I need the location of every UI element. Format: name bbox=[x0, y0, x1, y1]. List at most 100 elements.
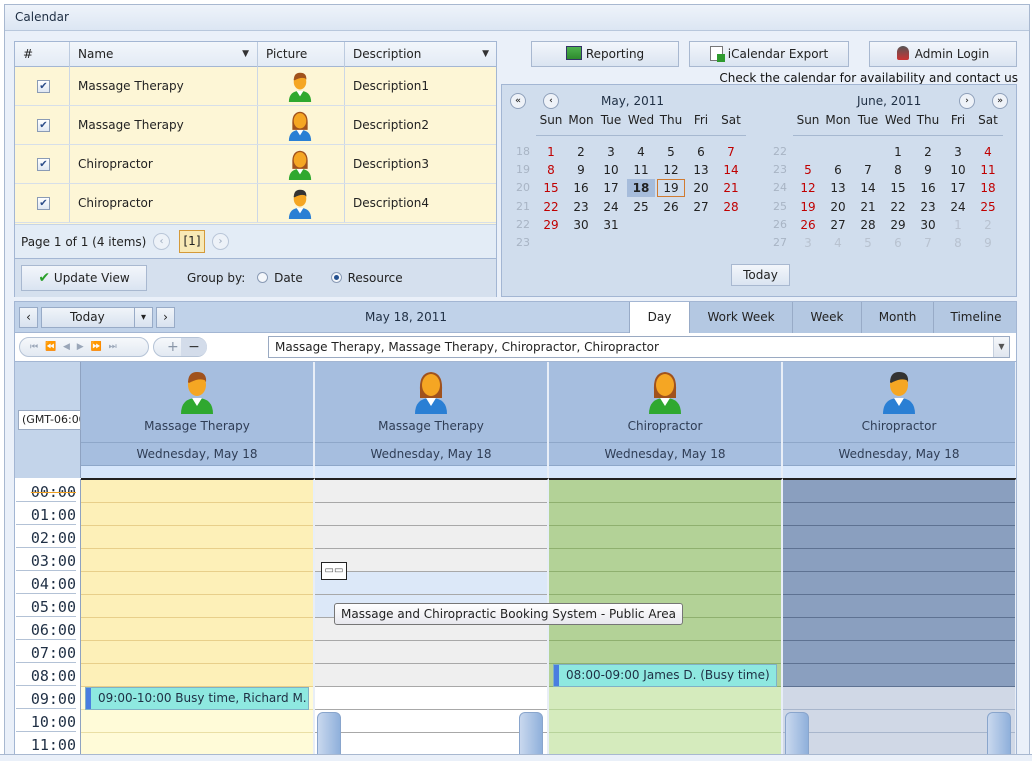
day-cell[interactable]: 25 bbox=[974, 198, 1002, 216]
mini-calendar-today-button[interactable]: Today bbox=[731, 264, 790, 286]
day-cell[interactable]: 17 bbox=[597, 179, 625, 197]
appointment[interactable]: 08:00-09:00 James D. (Busy time) bbox=[553, 664, 777, 687]
time-slot[interactable] bbox=[549, 526, 781, 549]
time-slot[interactable] bbox=[783, 572, 1015, 595]
row-checkbox[interactable]: ✔ bbox=[37, 80, 50, 93]
day-cell[interactable]: 18 bbox=[627, 179, 655, 198]
chevron-down-icon[interactable]: ▾ bbox=[134, 308, 152, 327]
row-checkbox[interactable]: ✔ bbox=[37, 119, 50, 132]
resource-filter-select[interactable]: Massage Therapy, Massage Therapy, Chirop… bbox=[268, 336, 1010, 358]
day-cell[interactable]: 29 bbox=[884, 216, 912, 234]
day-cell[interactable]: 7 bbox=[854, 161, 882, 179]
day-cell[interactable]: 4 bbox=[974, 143, 1002, 161]
day-cell[interactable]: 26 bbox=[657, 198, 685, 216]
day-cell[interactable]: 18 bbox=[974, 179, 1002, 197]
all-day-slot[interactable] bbox=[81, 465, 313, 478]
time-slot[interactable] bbox=[315, 503, 547, 526]
time-slot[interactable] bbox=[81, 618, 313, 641]
day-cell[interactable]: 24 bbox=[597, 198, 625, 216]
day-cell[interactable]: 7 bbox=[717, 143, 745, 161]
day-cell[interactable]: 17 bbox=[944, 179, 972, 197]
day-cell[interactable]: 6 bbox=[884, 234, 912, 252]
time-slot[interactable] bbox=[315, 733, 547, 756]
admin-login-button[interactable]: Admin Login bbox=[869, 41, 1017, 67]
time-slot[interactable] bbox=[783, 503, 1015, 526]
time-slot[interactable] bbox=[81, 480, 313, 503]
tab-month[interactable]: Month bbox=[861, 302, 933, 333]
zoom-out-button[interactable]: − bbox=[181, 338, 207, 356]
day-cell[interactable]: 11 bbox=[627, 161, 655, 179]
day-cell[interactable]: 22 bbox=[537, 198, 565, 216]
day-cell[interactable]: 12 bbox=[657, 161, 685, 179]
day-cell[interactable]: 3 bbox=[794, 234, 822, 252]
day-cell[interactable]: 15 bbox=[884, 179, 912, 197]
time-slot[interactable] bbox=[783, 526, 1015, 549]
day-cell[interactable]: 5 bbox=[854, 234, 882, 252]
grid-row[interactable]: ✔ Chiropractor Description3 bbox=[15, 145, 496, 184]
time-slot[interactable] bbox=[783, 549, 1015, 572]
day-cell[interactable]: 24 bbox=[944, 198, 972, 216]
prev-month-button[interactable]: ‹ bbox=[543, 93, 559, 109]
time-slot[interactable] bbox=[783, 595, 1015, 618]
date-navigator[interactable]: ⏮ ⏪ ◀ ▶ ⏩ ⏭ bbox=[19, 337, 149, 357]
time-slot[interactable] bbox=[549, 572, 781, 595]
day-cell[interactable]: 13 bbox=[687, 161, 715, 179]
day-cell[interactable]: 14 bbox=[854, 179, 882, 197]
icalendar-export-button[interactable]: iCalendar Export bbox=[689, 41, 849, 67]
day-cell[interactable]: 26 bbox=[794, 216, 822, 234]
day-cell[interactable]: 27 bbox=[824, 216, 852, 234]
tab-week[interactable]: Week bbox=[792, 302, 861, 333]
filter-icon[interactable]: ▼ bbox=[482, 42, 489, 67]
day-cell[interactable]: 3 bbox=[944, 143, 972, 161]
time-slot[interactable] bbox=[549, 733, 781, 756]
all-day-slot[interactable] bbox=[783, 465, 1015, 478]
time-slot[interactable] bbox=[81, 710, 313, 733]
zoom-in-button[interactable]: + bbox=[167, 338, 179, 356]
time-slot[interactable] bbox=[81, 549, 313, 572]
day-cell[interactable]: 1 bbox=[944, 216, 972, 234]
column-header-description[interactable]: Description ▼ bbox=[345, 42, 497, 67]
day-cell[interactable]: 21 bbox=[854, 198, 882, 216]
day-cell[interactable]: 9 bbox=[914, 161, 942, 179]
day-cell[interactable]: 28 bbox=[854, 216, 882, 234]
tab-work-week[interactable]: Work Week bbox=[689, 302, 792, 333]
day-cell[interactable]: 5 bbox=[794, 161, 822, 179]
timezone-label[interactable]: (GMT-06:00) bbox=[18, 410, 81, 430]
radio-date[interactable] bbox=[257, 272, 269, 283]
day-cell[interactable]: 30 bbox=[914, 216, 942, 234]
all-day-slot[interactable] bbox=[549, 465, 781, 478]
time-slot[interactable] bbox=[549, 549, 781, 572]
next-year-button[interactable]: » bbox=[992, 93, 1008, 109]
time-slot[interactable] bbox=[783, 733, 1015, 756]
pager-next-button[interactable]: › bbox=[212, 233, 229, 250]
day-cell[interactable]: 20 bbox=[824, 198, 852, 216]
time-slot[interactable] bbox=[315, 572, 547, 595]
time-slot[interactable] bbox=[81, 572, 313, 595]
day-cell[interactable]: 10 bbox=[597, 161, 625, 179]
column-header-name[interactable]: Name ▼ bbox=[70, 42, 258, 67]
time-slot[interactable] bbox=[783, 664, 1015, 687]
day-cell[interactable]: 8 bbox=[537, 161, 565, 179]
group-by-date-option[interactable]: Date bbox=[257, 271, 303, 285]
zoom-control[interactable]: + − bbox=[153, 337, 207, 357]
time-slot[interactable] bbox=[315, 549, 547, 572]
time-slot[interactable] bbox=[783, 710, 1015, 733]
row-checkbox[interactable]: ✔ bbox=[37, 158, 50, 171]
day-cell[interactable]: 10 bbox=[944, 161, 972, 179]
column-header-picture[interactable]: Picture bbox=[258, 42, 345, 67]
prev-year-button[interactable]: « bbox=[510, 93, 526, 109]
time-slot[interactable] bbox=[783, 480, 1015, 503]
day-cell[interactable]: 19 bbox=[794, 198, 822, 216]
time-slot[interactable] bbox=[315, 526, 547, 549]
reporting-button[interactable]: Reporting bbox=[531, 41, 679, 67]
day-cell[interactable]: 16 bbox=[567, 179, 595, 197]
day-cell[interactable]: 8 bbox=[884, 161, 912, 179]
day-cell[interactable]: 6 bbox=[824, 161, 852, 179]
time-slot[interactable] bbox=[315, 480, 547, 503]
time-slot[interactable] bbox=[549, 687, 781, 710]
time-slot[interactable] bbox=[315, 664, 547, 687]
day-cell[interactable]: 4 bbox=[824, 234, 852, 252]
grid-row[interactable]: ✔ Massage Therapy Description2 bbox=[15, 106, 496, 145]
day-cell[interactable]: 21 bbox=[717, 179, 745, 197]
pager-prev-button[interactable]: ‹ bbox=[153, 233, 170, 250]
